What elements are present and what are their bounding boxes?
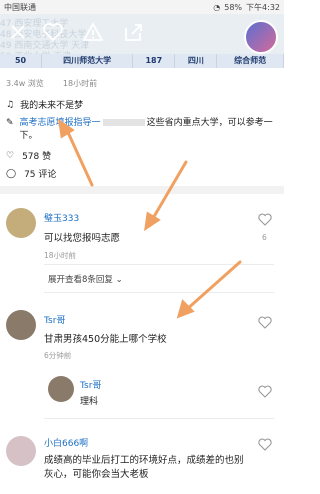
comment-time: 6分钟前: [44, 351, 72, 360]
separator: [44, 292, 274, 293]
comments-count: 75 评论: [24, 170, 57, 180]
battery-label: 58%: [224, 3, 243, 12]
author-avatar[interactable]: [244, 20, 278, 54]
arrow-head: [144, 211, 161, 232]
comment-text: 成绩高的毕业后打工的环境好点，成绩差的也别灰心，可能你会当大老板: [44, 455, 244, 480]
arrow-line: [184, 260, 242, 312]
commenter-name[interactable]: Tsr哥: [44, 313, 65, 326]
table-cell: 50: [0, 54, 43, 68]
avatar[interactable]: [6, 436, 36, 466]
arrow-head: [176, 299, 195, 319]
avatar[interactable]: [6, 208, 36, 238]
annotation-arrows: [58, 118, 242, 319]
chevron-down-icon: ⌄: [115, 275, 123, 285]
commenter-name[interactable]: 璧玉333: [44, 211, 79, 224]
reply-name[interactable]: Tsr哥: [80, 378, 101, 391]
expand-replies-label: 展开查看8条回复: [48, 275, 113, 285]
likes-stat[interactable]: ♡ 578 赞: [6, 149, 52, 163]
reply-text: 理科: [80, 397, 99, 407]
warning-icon[interactable]: [82, 22, 104, 42]
top-toolbar: [0, 22, 284, 52]
heart-icon[interactable]: [258, 438, 272, 451]
description-link[interactable]: 高考志愿填报指导一: [20, 118, 101, 128]
song-title: 我的未来不是梦: [20, 101, 84, 111]
time-label: 下午4:32: [246, 3, 280, 12]
avatar[interactable]: [48, 376, 74, 402]
comment-text: 甘肃男孩450分能上哪个学校: [44, 334, 167, 345]
post-meta: 3.4w 浏览 18小时前: [6, 78, 97, 89]
table-cell: 四川师范大学: [42, 54, 134, 68]
section-divider: [0, 186, 284, 194]
comment-icon: ◯: [6, 168, 17, 179]
status-right: ◔ 58% 下午4:32: [213, 2, 280, 13]
description-text: 高考志愿填报指导一 这些省内重点大学，可以参考一下。: [20, 117, 278, 143]
separator: [44, 418, 274, 419]
post-description: ✎ 高考志愿填报指导一 这些省内重点大学，可以参考一下。: [6, 117, 278, 143]
heart-icon[interactable]: [258, 316, 272, 329]
comment-time: 18小时前: [44, 251, 77, 260]
comments-stat[interactable]: ◯ 75 评论: [6, 167, 57, 181]
views-count: 3.4w 浏览: [6, 79, 44, 88]
table-cell: 四川: [175, 54, 218, 68]
heart-icon[interactable]: [42, 22, 64, 42]
pencil-icon: ✎: [6, 118, 14, 128]
table-cell: 综合师范: [217, 54, 284, 68]
share-icon[interactable]: [122, 22, 144, 42]
reply-item: Tsr哥 理科: [44, 368, 204, 408]
song-line[interactable]: ♫ 我的未来不是梦: [6, 98, 84, 112]
likes-count: 578 赞: [22, 152, 52, 162]
close-icon[interactable]: [8, 22, 28, 42]
music-note-icon: ♫: [6, 99, 15, 110]
comment-text: 可以找您报吗志愿: [44, 233, 121, 244]
comment-like-count: 6: [262, 233, 267, 242]
table-cell: 187: [133, 54, 176, 68]
status-bar: 中国联通 ◔ 58% 下午4:32: [0, 0, 284, 14]
table-row: 50 四川师范大学 187 四川 综合师范: [0, 54, 284, 68]
separator: [44, 264, 274, 265]
heart-icon: ♡: [6, 150, 15, 161]
blurred-text: [102, 119, 145, 126]
expand-replies-button[interactable]: 展开查看8条回复 ⌄: [48, 273, 123, 285]
heart-icon[interactable]: [258, 213, 272, 226]
commenter-name[interactable]: 小白666啊: [44, 436, 88, 449]
avatar[interactable]: [6, 310, 36, 340]
post-age: 18小时前: [62, 79, 98, 88]
heart-icon[interactable]: [258, 385, 272, 398]
carrier-label: 中国联通: [4, 3, 36, 12]
wifi-icon: ◔: [213, 3, 221, 12]
